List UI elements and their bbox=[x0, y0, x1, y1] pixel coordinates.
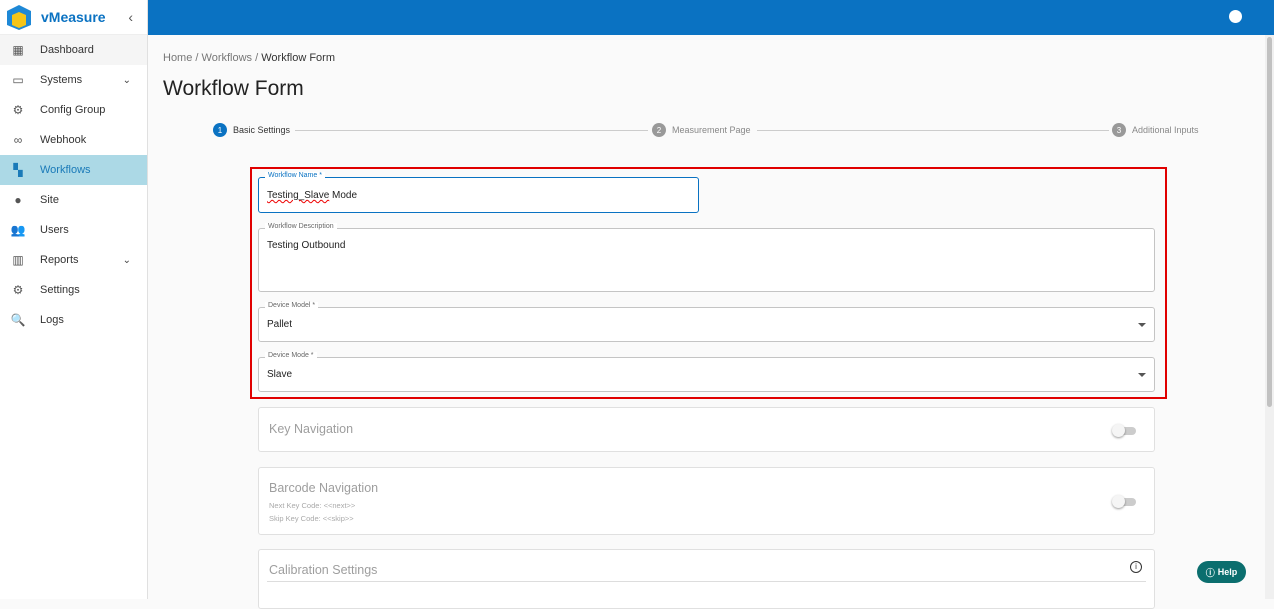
divider bbox=[267, 581, 1146, 582]
chart-icon: ▥ bbox=[12, 253, 24, 267]
sidebar-item-webhook[interactable]: ∞ Webhook bbox=[0, 125, 147, 155]
breadcrumb-workflows[interactable]: Workflows bbox=[202, 52, 253, 64]
field-value-part: Mode bbox=[329, 190, 358, 201]
sidebar-item-label: Site bbox=[40, 194, 59, 206]
logo-icon bbox=[7, 5, 31, 30]
key-navigation-card: Key Navigation bbox=[258, 407, 1155, 452]
field-value: Testing_Slave Mode bbox=[267, 190, 357, 201]
calibration-settings-card: Calibration Settings i bbox=[258, 549, 1155, 609]
info-icon[interactable]: i bbox=[1130, 561, 1142, 573]
sidebar-item-site[interactable]: ● Site bbox=[0, 185, 147, 215]
app-name: vMeasure bbox=[41, 9, 106, 25]
sidebar-item-label: Settings bbox=[40, 284, 80, 296]
breadcrumb-separator: / bbox=[255, 52, 259, 64]
field-label: Device Mode * bbox=[265, 352, 317, 359]
step-connector bbox=[757, 130, 1109, 131]
top-bar bbox=[148, 0, 1274, 35]
barcode-navigation-toggle[interactable] bbox=[1112, 495, 1136, 508]
skip-key-code: Skip Key Code: <<skip>> bbox=[269, 514, 354, 523]
sidebar-item-logs[interactable]: 🔍 Logs bbox=[0, 305, 147, 335]
key-navigation-toggle[interactable] bbox=[1112, 424, 1136, 437]
chevron-down-icon: ⌄ bbox=[122, 74, 131, 86]
workflow-name-input[interactable]: Workflow Name * Testing_Slave Mode bbox=[258, 172, 699, 213]
sidebar-item-label: Config Group bbox=[40, 104, 106, 116]
field-value: Pallet bbox=[267, 319, 293, 330]
help-label: Help bbox=[1217, 567, 1238, 577]
help-button[interactable]: ⓘ Help bbox=[1197, 561, 1246, 583]
log-search-icon: 🔍 bbox=[10, 313, 26, 327]
dropdown-arrow-icon bbox=[1138, 372, 1146, 377]
section-title: Barcode Navigation bbox=[269, 481, 379, 495]
breadcrumb-home[interactable]: Home bbox=[163, 52, 192, 64]
step-measurement-page[interactable]: 2 Measurement Page bbox=[652, 123, 751, 137]
sidebar-item-label: Users bbox=[40, 224, 69, 236]
breadcrumb-separator: / bbox=[195, 52, 199, 64]
collapse-sidebar-icon[interactable]: ‹ bbox=[128, 9, 133, 25]
sidebar-item-label: Systems bbox=[40, 74, 83, 86]
dropdown-arrow-icon bbox=[1138, 322, 1146, 327]
sidebar-item-systems[interactable]: ▭ Systems ⌄ bbox=[0, 65, 147, 95]
page-title: Workflow Form bbox=[163, 77, 304, 100]
step-basic-settings[interactable]: 1 Basic Settings bbox=[213, 123, 291, 137]
sidebar-item-dashboard[interactable]: ▦ Dashboard bbox=[0, 35, 147, 65]
sidebar-item-label: Reports bbox=[40, 254, 79, 266]
device-mode-select[interactable]: Device Mode * Slave bbox=[258, 352, 1155, 392]
workflow-icon: ▚ bbox=[13, 163, 23, 177]
section-title: Calibration Settings bbox=[269, 563, 378, 577]
dashboard-icon: ▦ bbox=[12, 43, 24, 57]
users-icon: 👥 bbox=[10, 223, 26, 237]
sidebar-item-label: Workflows bbox=[40, 164, 91, 176]
logo: vMeasure ‹ bbox=[0, 0, 147, 35]
device-model-select[interactable]: Device Model * Pallet bbox=[258, 302, 1155, 342]
location-pin-icon: ● bbox=[14, 193, 22, 207]
step-label: Additional Inputs bbox=[1132, 125, 1199, 135]
sidebar-item-label: Dashboard bbox=[40, 44, 94, 56]
sidebar-item-label: Webhook bbox=[40, 134, 87, 146]
stepper: 1 Basic Settings 2 Measurement Page 3 Addit… bbox=[213, 123, 1203, 137]
step-number: 2 bbox=[652, 123, 666, 137]
help-icon: ⓘ bbox=[1205, 567, 1215, 578]
account-icon[interactable] bbox=[1229, 10, 1242, 23]
step-label: Measurement Page bbox=[672, 125, 751, 135]
sidebar: vMeasure ‹ ▦ Dashboard ▭ Systems ⌄ ⚙ Config … bbox=[0, 0, 148, 599]
step-number: 3 bbox=[1112, 123, 1126, 137]
step-label: Basic Settings bbox=[233, 125, 291, 135]
step-additional-inputs[interactable]: 3 Additional Inputs bbox=[1112, 123, 1199, 137]
sidebar-item-settings[interactable]: ⚙ Settings bbox=[0, 275, 147, 305]
next-key-code: Next Key Code: <<next>> bbox=[269, 501, 356, 510]
devices-icon: ▭ bbox=[12, 73, 24, 87]
gears-icon: ⚙ bbox=[12, 103, 24, 117]
field-label: Device Model * bbox=[265, 302, 319, 309]
field-value-part: Testing_Slave bbox=[267, 190, 330, 201]
barcode-navigation-card: Barcode Navigation Next Key Code: <<next… bbox=[258, 467, 1155, 535]
step-number: 1 bbox=[213, 123, 227, 137]
breadcrumb: Home / Workflows / Workflow Form bbox=[163, 52, 335, 64]
scrollbar[interactable] bbox=[1265, 35, 1274, 599]
sidebar-item-users[interactable]: 👥 Users bbox=[0, 215, 147, 245]
field-label: Workflow Description bbox=[265, 223, 337, 230]
field-value: Slave bbox=[267, 369, 293, 380]
sidebar-item-reports[interactable]: ▥ Reports ⌄ bbox=[0, 245, 147, 275]
breadcrumb-current: Workflow Form bbox=[261, 52, 335, 64]
field-value: Testing Outbound bbox=[267, 240, 346, 251]
workflow-description-textarea[interactable]: Workflow Description Testing Outbound bbox=[258, 223, 1155, 292]
webhook-icon: ∞ bbox=[13, 133, 23, 147]
field-label: Workflow Name * bbox=[265, 172, 325, 179]
sidebar-item-workflows[interactable]: ▚ Workflows bbox=[0, 155, 147, 185]
scrollbar-thumb[interactable] bbox=[1267, 37, 1272, 407]
step-connector bbox=[295, 130, 648, 131]
gear-icon: ⚙ bbox=[12, 283, 24, 297]
sidebar-item-label: Logs bbox=[40, 314, 64, 326]
sidebar-item-config-group[interactable]: ⚙ Config Group bbox=[0, 95, 147, 125]
section-title: Key Navigation bbox=[269, 422, 354, 436]
chevron-down-icon: ⌄ bbox=[122, 254, 131, 266]
